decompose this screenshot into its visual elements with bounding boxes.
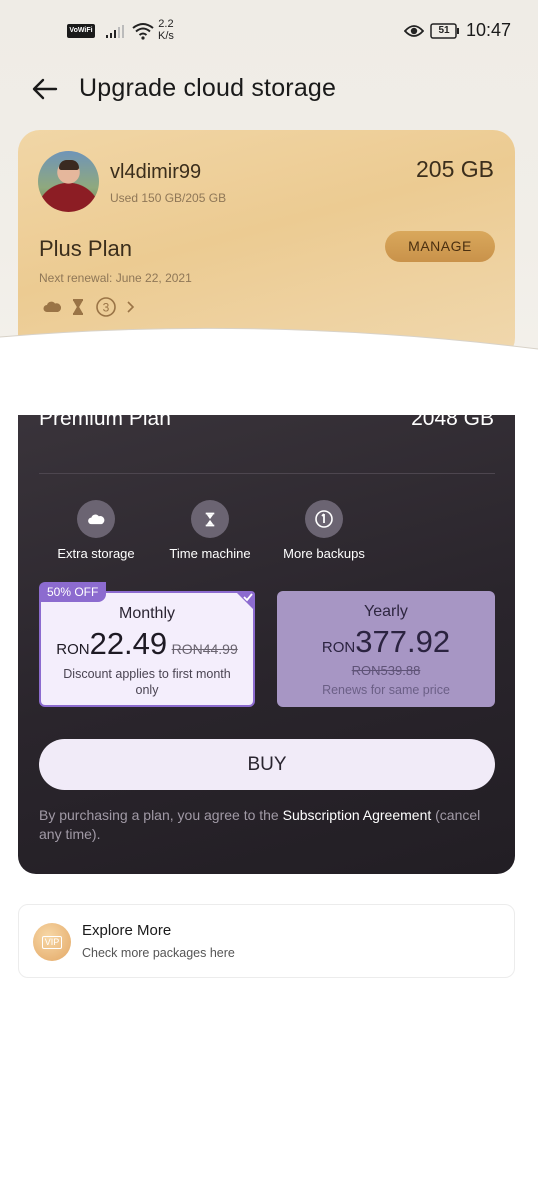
selected-check-icon	[235, 591, 255, 611]
option-title: Monthly	[118, 605, 176, 622]
eye-comfort-icon	[404, 25, 424, 37]
yearly-option[interactable]: Yearly RON377.92 RON539.88 Renews for sa…	[277, 591, 495, 707]
cloud-icon	[77, 500, 115, 538]
subscription-agreement-link[interactable]: Subscription Agreement	[283, 807, 432, 823]
old-price: RON539.88	[351, 663, 421, 678]
feature-label: More backups	[283, 546, 365, 561]
yearly-price: RON377.92	[277, 624, 495, 660]
current-plan-name: Plus Plan	[39, 236, 132, 261]
backup-icon	[305, 500, 343, 538]
option-note: Renews for same price	[322, 683, 450, 697]
chevron-right-icon	[127, 301, 135, 313]
feature-label: Extra storage	[57, 546, 135, 561]
price-amount: 22.49	[89, 626, 168, 661]
manage-button[interactable]: MANAGE	[385, 231, 495, 262]
discount-badge: 50% OFF	[39, 582, 107, 602]
price-amount: 377.92	[355, 624, 451, 659]
avatar	[38, 151, 99, 212]
card-wave-decoration	[0, 327, 538, 415]
status-bar: VoWiFi 2.2 K/s 51 10:47	[0, 0, 538, 62]
feature-extra-storage: Extra storage	[36, 500, 156, 561]
premium-plan-name: Premium Plan	[39, 407, 171, 430]
monthly-price: RON22.49 RON44.99	[41, 626, 253, 662]
vip-badge: VIP	[41, 935, 63, 949]
agreement-text: By purchasing a plan, you agree to the S…	[39, 806, 495, 844]
hourglass-icon	[73, 299, 83, 315]
premium-plan-size: 2048 GB	[411, 407, 494, 430]
wifi-icon	[132, 23, 154, 40]
divider	[39, 473, 495, 474]
current-storage-total: 205 GB	[416, 156, 494, 182]
signal-icon	[106, 25, 124, 38]
option-note: Discount applies to first month only	[63, 667, 231, 697]
buy-button[interactable]: BUY	[39, 739, 495, 790]
old-price: RON44.99	[171, 641, 238, 657]
explore-title: Explore More	[82, 922, 172, 939]
renewal-date: Next renewal: June 22, 2021	[39, 271, 192, 285]
clock: 10:47	[466, 20, 512, 40]
username: vl4dimir99	[110, 161, 202, 183]
storage-usage: Used 150 GB/205 GB	[110, 191, 227, 205]
explore-more-card[interactable]	[18, 904, 515, 978]
speed-value: 2.2	[158, 18, 174, 30]
explore-subtitle: Check more packages here	[82, 946, 235, 960]
vip-icon: VIP	[33, 923, 71, 961]
vowifi-badge: VoWiFi	[67, 24, 95, 38]
battery-level: 51	[438, 25, 450, 36]
monthly-option[interactable]: Monthly RON22.49 RON44.99 Discount appli…	[39, 591, 255, 707]
network-speed: 2.2 K/s	[158, 18, 174, 42]
feature-time-machine: Time machine	[150, 500, 270, 561]
page-title: Upgrade cloud storage	[79, 74, 337, 102]
speed-unit: K/s	[158, 30, 174, 42]
option-title: Yearly	[364, 603, 408, 620]
back-arrow-icon[interactable]	[30, 74, 60, 104]
current-plan-features[interactable]: 3	[43, 296, 135, 318]
backup-count-icon: 3	[96, 297, 116, 317]
hourglass-icon	[191, 500, 229, 538]
feature-label: Time machine	[169, 546, 251, 561]
currency: RON	[321, 639, 356, 656]
currency: RON	[56, 641, 90, 658]
agreement-prefix: By purchasing a plan, you agree to the	[39, 807, 283, 823]
backup-count: 3	[103, 301, 110, 315]
cloud-icon	[43, 301, 61, 312]
feature-more-backups: More backups	[264, 500, 384, 561]
